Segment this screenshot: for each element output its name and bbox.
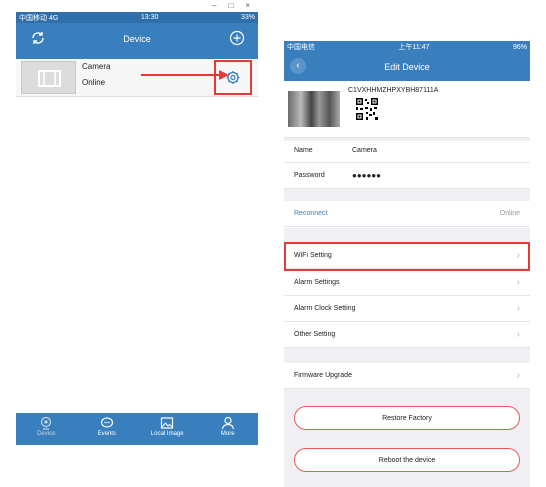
tab-local-image-label: Local Image: [150, 431, 184, 437]
reboot-button[interactable]: Reboot the device: [294, 448, 520, 472]
alarm-settings-row[interactable]: Alarm Settings ›: [284, 270, 530, 296]
tab-device[interactable]: Device: [18, 413, 74, 445]
camera-thumbnail: [21, 61, 76, 94]
edit-device-screen: 中国电信 上午11:47 96% ‹ Edit Device C1VXHHMZH…: [284, 41, 530, 487]
alarm-settings-label: Alarm Settings: [294, 279, 340, 286]
carrier-label: 中国电信: [287, 44, 315, 51]
name-field[interactable]: Camera: [352, 147, 377, 154]
minimize-button[interactable]: –: [212, 0, 216, 12]
window-controls: – □ ×: [16, 0, 258, 12]
password-label: Password: [294, 172, 325, 179]
tab-device-label: Device: [37, 431, 56, 437]
name-label: Name: [294, 146, 313, 154]
other-setting-label: Other Setting: [294, 331, 336, 338]
film-icon: [38, 70, 61, 87]
person-icon: [221, 416, 234, 430]
device-list-screen: – □ × 中国移动 4G 13:30 33% Device Camera On…: [16, 0, 258, 445]
page-title: Edit Device: [384, 62, 430, 72]
tab-local-image[interactable]: Local Image: [139, 413, 195, 445]
wifi-highlight: [284, 242, 530, 271]
tab-bar: Device Events Local Image More: [16, 413, 258, 445]
time-label: 上午11:47: [398, 44, 430, 51]
tab-more-label: More: [220, 431, 235, 437]
chevron-right-icon: ›: [516, 329, 520, 340]
chevron-right-icon: ›: [516, 303, 520, 314]
qr-code-icon: [355, 97, 379, 121]
firmware-label: Firmware Upgrade: [294, 372, 352, 379]
restore-factory-button[interactable]: Restore Factory: [294, 406, 520, 430]
app-header: Device: [16, 23, 258, 59]
camera-icon: [41, 416, 52, 430]
battery-label: 96%: [512, 43, 527, 51]
chevron-right-icon: ›: [516, 277, 520, 288]
chevron-right-icon: ›: [516, 370, 520, 381]
tab-events[interactable]: Events: [79, 413, 135, 445]
device-status: Online: [82, 78, 106, 87]
other-setting-row[interactable]: Other Setting ›: [284, 322, 530, 348]
tab-more[interactable]: More: [200, 413, 256, 445]
carrier-label: 中国移动 4G: [19, 14, 59, 22]
alarm-clock-label: Alarm Clock Setting: [294, 305, 356, 312]
reconnect-link[interactable]: Reconnect: [294, 210, 327, 217]
device-name: Camera: [82, 62, 111, 71]
close-button[interactable]: ×: [245, 0, 250, 12]
image-icon: [161, 417, 174, 429]
button-area: [284, 389, 530, 487]
section-divider: [284, 348, 530, 363]
device-info-block: C1VXHHMZHPXYBH87111A: [284, 81, 530, 137]
section-divider: [284, 189, 530, 201]
add-device-icon[interactable]: [229, 30, 245, 46]
device-uid: C1VXHHMZHPXYBH87111A: [348, 87, 439, 94]
alarm-clock-row[interactable]: Alarm Clock Setting ›: [284, 296, 530, 322]
reconnect-row[interactable]: Reconnect Online: [284, 201, 530, 227]
maximize-button[interactable]: □: [228, 0, 233, 12]
status-bar: 中国电信 上午11:47 96%: [284, 41, 530, 53]
tab-events-label: Events: [97, 431, 116, 437]
status-bar: 中国移动 4G 13:30 33%: [16, 12, 258, 23]
pointer-arrow-head: [219, 70, 229, 80]
firmware-row[interactable]: Firmware Upgrade ›: [284, 363, 530, 389]
section-divider: [284, 228, 530, 243]
page-title: Device: [123, 34, 151, 44]
chat-icon: [100, 417, 113, 428]
password-row[interactable]: Password ●●●●●●: [284, 163, 530, 189]
password-field[interactable]: ●●●●●●: [352, 171, 381, 180]
battery-label: 33%: [240, 14, 255, 21]
pointer-arrow-line: [141, 74, 221, 76]
time-label: 13:30: [140, 14, 159, 21]
connection-status: Online: [499, 210, 520, 217]
device-preview-image: [288, 91, 340, 127]
app-header: ‹ Edit Device: [284, 53, 530, 81]
name-row[interactable]: Name Camera: [284, 137, 530, 163]
